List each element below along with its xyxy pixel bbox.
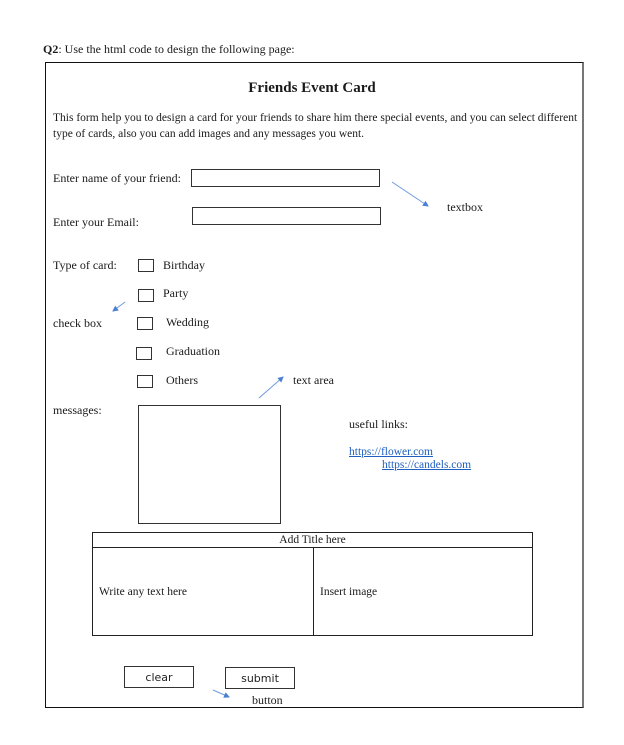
arrow-check-box-icon [112,301,126,312]
arrow-textbox-icon [391,181,429,207]
arrow-button-icon [212,689,230,698]
annotation-arrows [112,181,429,698]
arrow-text-area-icon [258,376,284,399]
